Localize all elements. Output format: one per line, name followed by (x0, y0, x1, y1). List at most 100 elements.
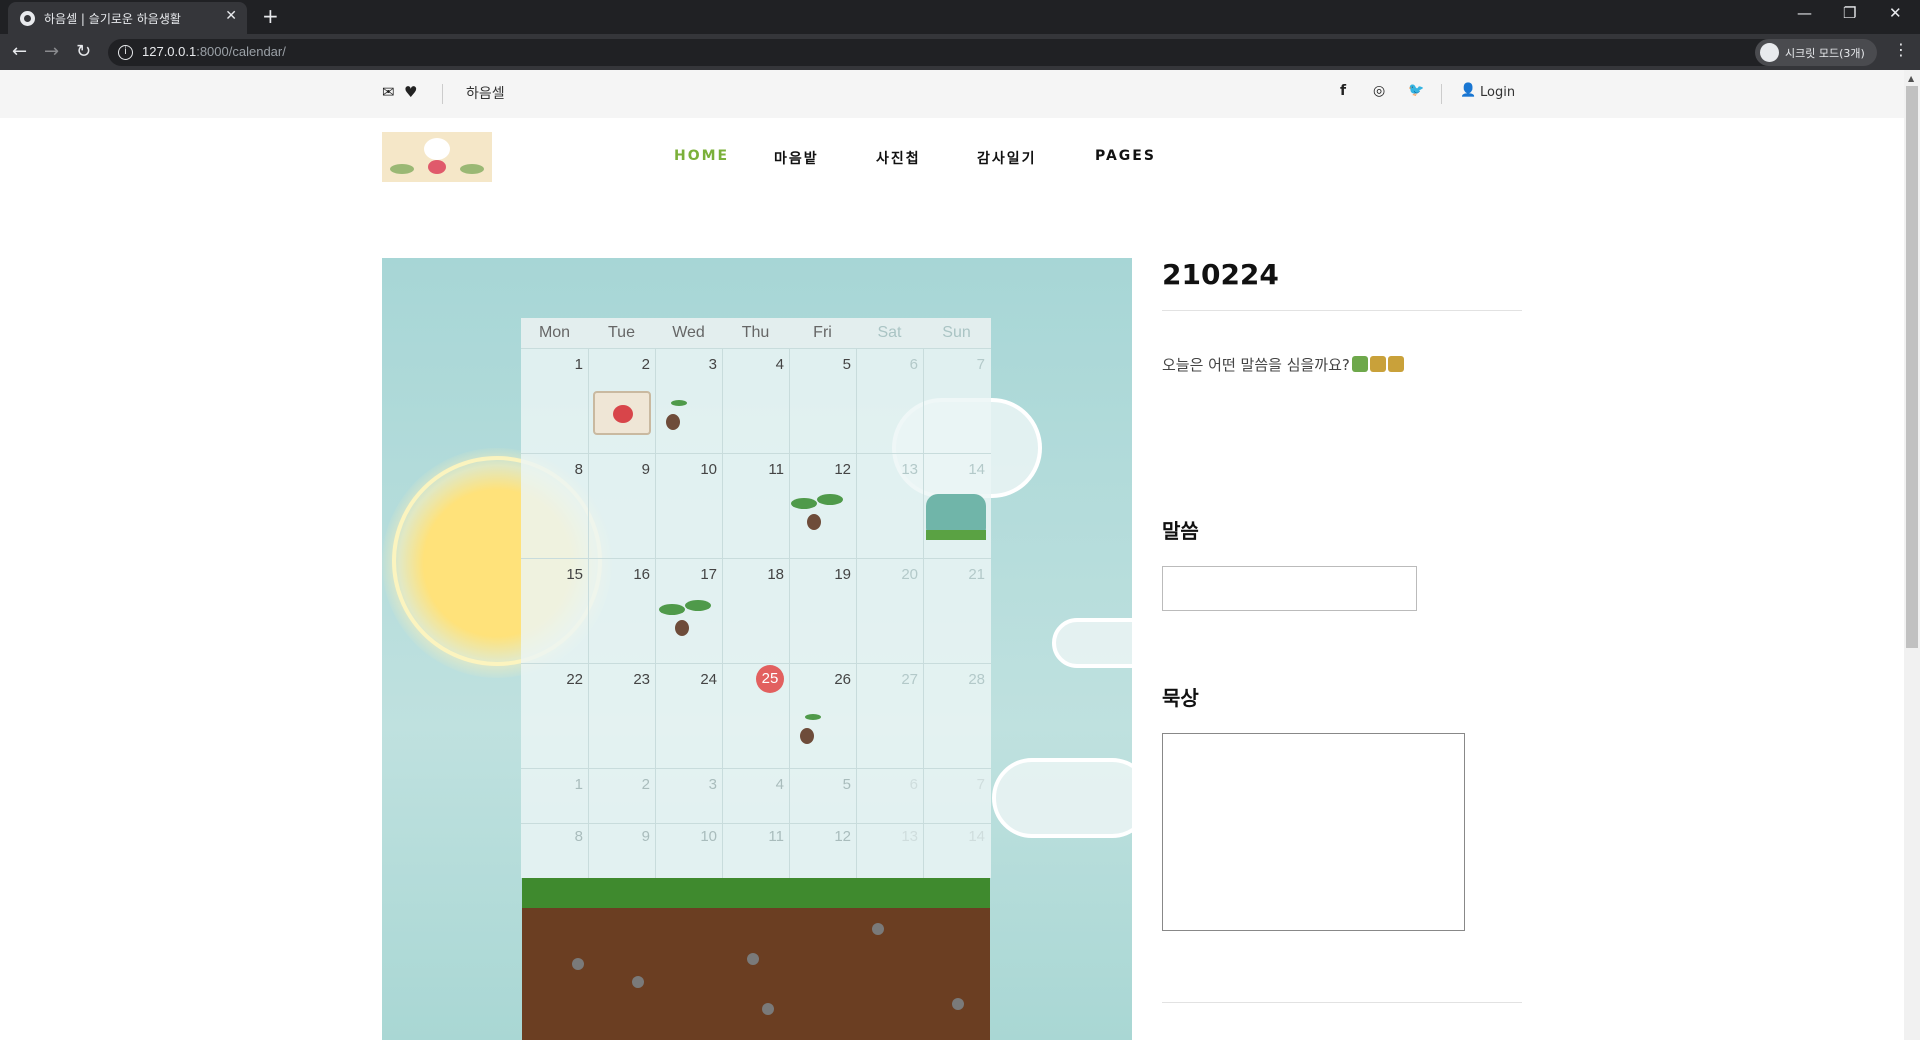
heart-icon[interactable]: ♥ (404, 83, 417, 101)
calendar-day[interactable]: 18 (722, 566, 784, 583)
calendar-day[interactable]: 1 (521, 776, 583, 793)
page-scrollbar[interactable]: ▲ (1904, 70, 1920, 1040)
entry-prompt: 오늘은 어떤 말씀을 심을까요? (1162, 354, 1404, 375)
calendar-day-today[interactable]: 25 (756, 665, 784, 693)
calendar-day[interactable]: 12 (789, 828, 851, 845)
calendar-day[interactable]: 3 (655, 776, 717, 793)
twitter-icon[interactable]: 🐦 (1408, 83, 1424, 98)
sprout-sticker (791, 498, 817, 509)
calendar-day[interactable]: 3 (655, 356, 717, 373)
close-tab-icon[interactable]: ✕ (225, 8, 237, 24)
calendar-day[interactable]: 13 (856, 461, 918, 478)
calendar-day[interactable]: 1 (521, 356, 583, 373)
nav-gratitude-diary[interactable]: 감사일기 (977, 148, 1037, 168)
calendar-day[interactable]: 5 (789, 356, 851, 373)
calendar-day[interactable]: 27 (856, 671, 918, 688)
calendar-day[interactable]: 23 (588, 671, 650, 688)
sprout-sticker (805, 714, 821, 720)
browser-tab[interactable]: 하음셀 | 슬기로운 하음생활 ✕ (8, 2, 247, 34)
site-info-icon[interactable]: i (118, 45, 133, 60)
divider (442, 84, 443, 104)
calendar-day[interactable]: 17 (655, 566, 717, 583)
calendar-day[interactable]: 13 (856, 828, 918, 845)
minimize-icon[interactable]: — (1797, 4, 1812, 22)
calendar-day[interactable]: 5 (789, 776, 851, 793)
meditation-textarea[interactable] (1162, 733, 1465, 931)
entry-date-title: 210224 (1162, 258, 1279, 291)
scrollbar-thumb[interactable] (1906, 86, 1918, 648)
calendar-day[interactable]: 4 (722, 356, 784, 373)
calendar-day[interactable]: 9 (588, 828, 650, 845)
cloud-illustration (1052, 618, 1132, 668)
calendar-day[interactable]: 14 (923, 461, 985, 478)
divider (1162, 1002, 1522, 1003)
reload-icon[interactable]: ↻ (76, 41, 91, 62)
nav-photo-album[interactable]: 사진첩 (876, 148, 921, 168)
user-icon: 👤 (1460, 83, 1477, 98)
nav-maeumbat[interactable]: 마음밭 (774, 148, 819, 168)
weekday-header: Sun (942, 324, 971, 341)
url-path: :8000/calendar/ (196, 44, 286, 59)
weekday-header: Tue (608, 324, 635, 341)
calendar-day[interactable]: 2 (588, 776, 650, 793)
calendar-day[interactable]: 24 (655, 671, 717, 688)
strawberry-sticker (593, 391, 651, 435)
restore-icon[interactable]: ❐ (1843, 4, 1856, 22)
calendar-day[interactable]: 9 (588, 461, 650, 478)
site-name: 하음셀 (466, 86, 505, 102)
calendar-day[interactable]: 14 (923, 828, 985, 845)
calendar-day[interactable]: 19 (789, 566, 851, 583)
calendar-day[interactable]: 10 (655, 461, 717, 478)
tab-title: 하음셀 | 슬기로운 하음생활 (44, 12, 181, 26)
calendar-day[interactable]: 10 (655, 828, 717, 845)
divider (1162, 310, 1522, 311)
incognito-profile-button[interactable]: 시크릿 모드(3개) (1755, 39, 1877, 66)
nav-pages[interactable]: PAGES (1095, 148, 1156, 164)
nav-home[interactable]: HOME (674, 148, 729, 164)
calendar-day[interactable]: 15 (521, 566, 583, 583)
calendar-day[interactable]: 11 (722, 828, 784, 845)
calendar-day[interactable]: 26 (789, 671, 851, 688)
login-link[interactable]: Login (1480, 85, 1515, 100)
forward-icon[interactable]: → (44, 41, 59, 62)
word-label: 말씀 (1162, 519, 1199, 543)
calendar-day[interactable]: 6 (856, 776, 918, 793)
calendar-day[interactable]: 11 (722, 461, 784, 478)
facebook-icon[interactable]: f (1340, 83, 1346, 99)
calendar-day[interactable]: 16 (588, 566, 650, 583)
new-tab-icon[interactable]: + (262, 4, 279, 28)
window-close-icon[interactable]: ✕ (1889, 4, 1902, 22)
person-emoji-icon (1369, 356, 1386, 372)
person-emoji-icon (1387, 356, 1404, 372)
calendar-day[interactable]: 4 (722, 776, 784, 793)
calendar-day[interactable]: 8 (521, 828, 583, 845)
back-icon[interactable]: ← (12, 41, 27, 62)
calendar-day[interactable]: 8 (521, 461, 583, 478)
word-input[interactable] (1162, 566, 1417, 611)
calendar-day[interactable]: 7 (923, 776, 985, 793)
calendar-grid: Mon Tue Wed Thu Fri Sat Sun 1 2 3 4 5 6 7 8 9 10 1… (521, 318, 991, 878)
calendar-day[interactable]: 28 (923, 671, 985, 688)
address-bar: ← → ↻ i 127.0.0.1:8000/calendar/ ☆ 시크릿 모… (0, 34, 1920, 70)
divider (1441, 84, 1442, 104)
weekday-header: Fri (813, 324, 832, 341)
calendar-day[interactable]: 6 (856, 356, 918, 373)
calendar-day[interactable]: 2 (588, 356, 650, 373)
meditation-label: 묵상 (1162, 686, 1199, 710)
ground-illustration (522, 878, 990, 1040)
envelope-icon[interactable]: ✉ (382, 83, 395, 101)
scroll-up-icon[interactable]: ▲ (1908, 74, 1914, 83)
calendar-day[interactable]: 20 (856, 566, 918, 583)
calendar-day[interactable]: 22 (521, 671, 583, 688)
site-logo[interactable] (382, 132, 492, 182)
cloud-illustration (992, 758, 1132, 838)
calendar-day[interactable]: 12 (789, 461, 851, 478)
weekday-header: Thu (741, 324, 770, 341)
globe-icon (20, 11, 35, 26)
top-info-bar: ✉ ♥ 하음셀 f ◎ 🐦 👤 Login (0, 70, 1904, 118)
calendar-day[interactable]: 7 (923, 356, 985, 373)
instagram-icon[interactable]: ◎ (1373, 83, 1385, 99)
url-field[interactable]: i 127.0.0.1:8000/calendar/ ☆ (108, 39, 1783, 66)
calendar-day[interactable]: 21 (923, 566, 985, 583)
browser-menu-icon[interactable]: ⋮ (1893, 40, 1909, 59)
